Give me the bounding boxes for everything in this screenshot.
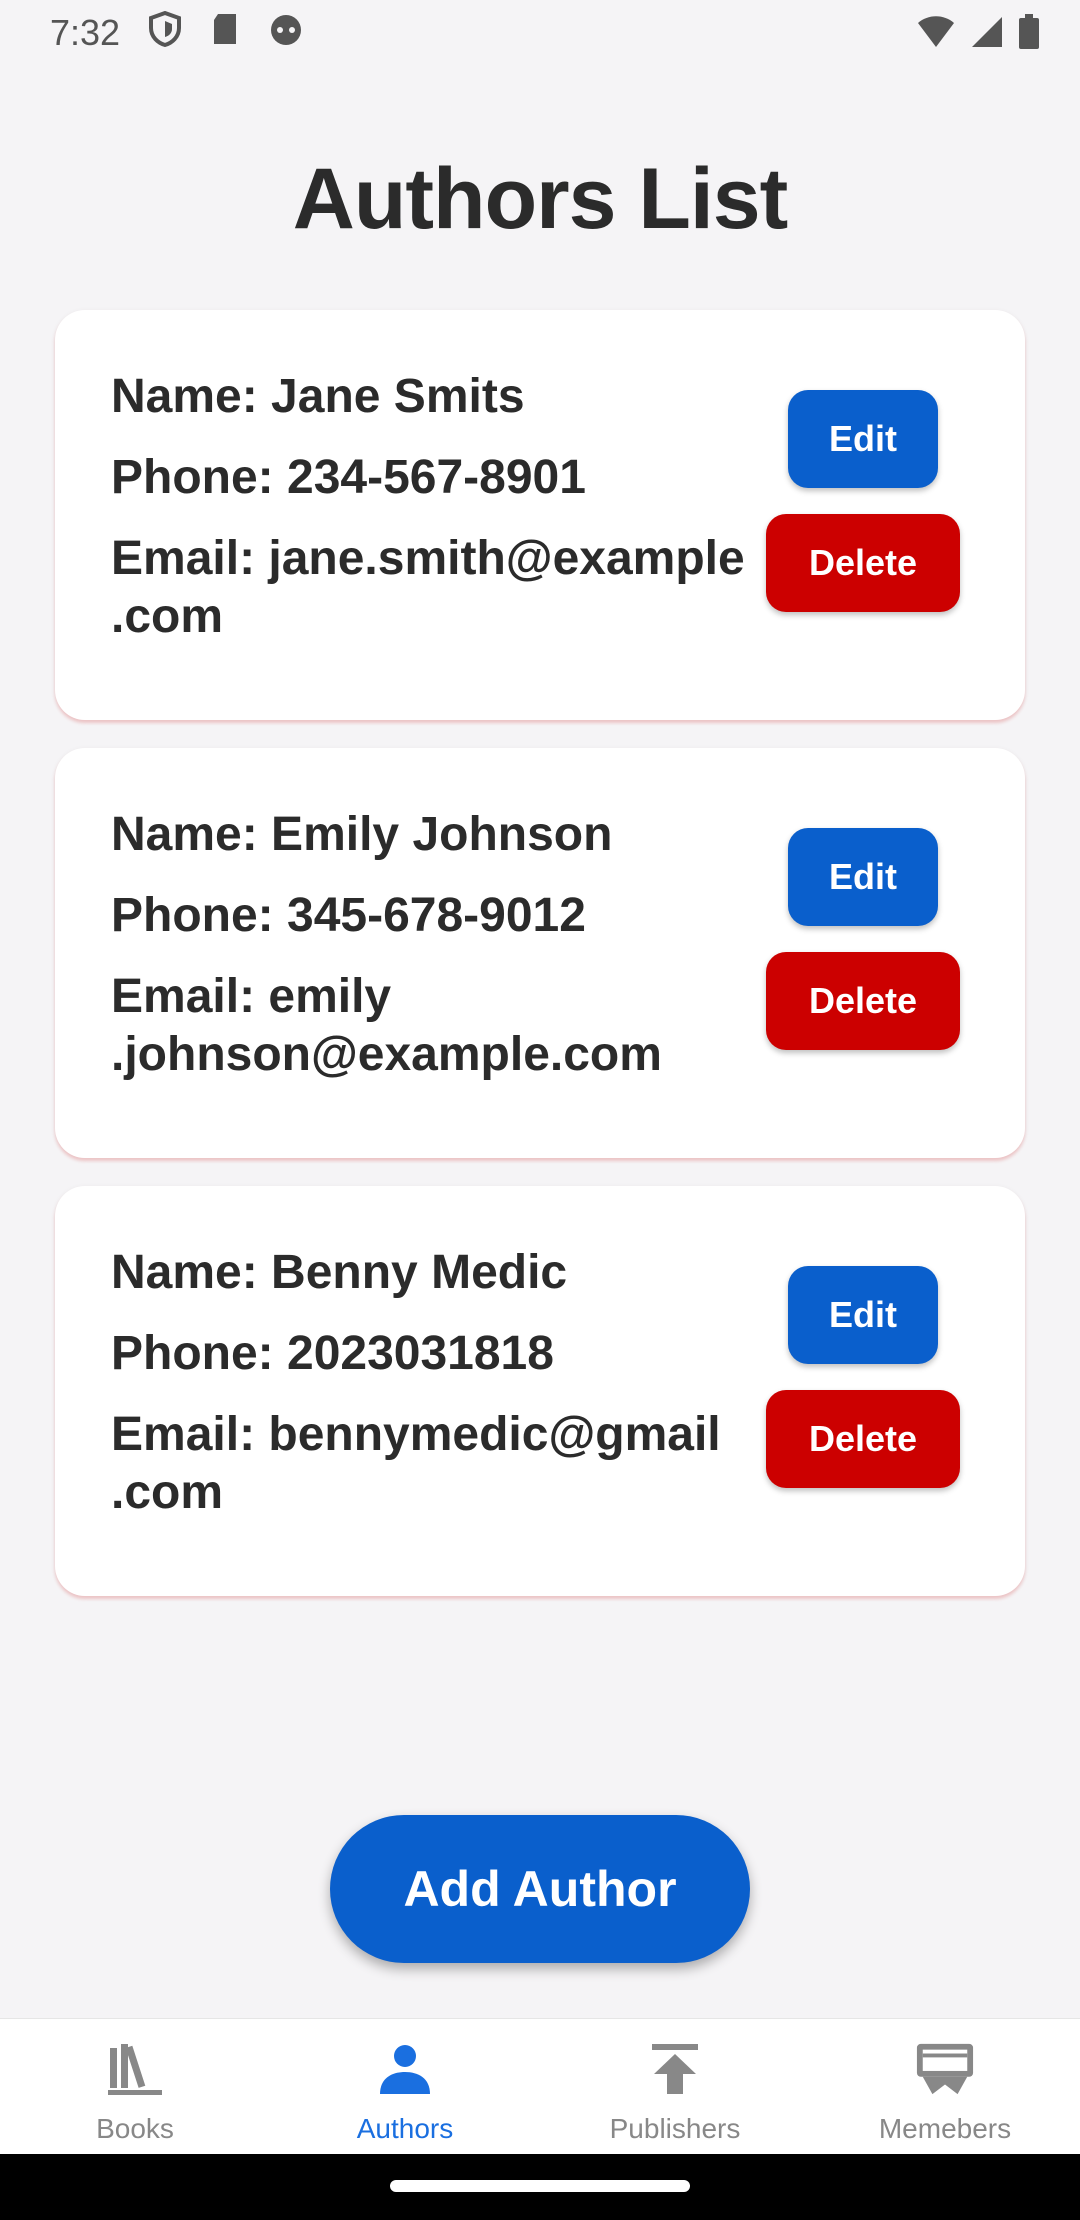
author-email-line-1: Email: emily <box>111 970 392 1023</box>
edit-button[interactable]: Edit <box>788 390 938 488</box>
person-icon <box>375 2039 435 2099</box>
home-indicator[interactable] <box>390 2180 690 2192</box>
author-info: Name: Jane Smits Phone: 234-567-8901 Ema… <box>111 368 751 646</box>
upload-icon <box>645 2039 705 2099</box>
books-icon <box>105 2039 165 2099</box>
author-card: Name: Emily Johnson Phone: 345-678-9012 … <box>55 748 1025 1158</box>
nav-label-books: Books <box>96 2113 174 2144</box>
author-email: Email: jane.smith@example .com <box>111 530 751 646</box>
nav-item-books[interactable]: Books <box>0 2019 270 2154</box>
delete-button[interactable]: Delete <box>766 1390 960 1488</box>
author-email: Email: emily .johnson@example.com <box>111 968 751 1084</box>
nav-item-authors[interactable]: Authors <box>270 2019 540 2154</box>
nav-item-publishers[interactable]: Publishers <box>540 2019 810 2154</box>
author-name: Name: Emily Johnson <box>111 808 613 861</box>
members-icon <box>915 2039 975 2099</box>
bottom-nav: Books Authors Publishers Memebers <box>0 2018 1080 2154</box>
author-card: Name: Jane Smits Phone: 234-567-8901 Ema… <box>55 310 1025 720</box>
status-bar: 7:32 <box>0 0 1080 66</box>
author-info: Name: Emily Johnson Phone: 345-678-9012 … <box>111 806 751 1084</box>
edit-button[interactable]: Edit <box>788 1266 938 1364</box>
status-time: 7:32 <box>50 12 121 53</box>
author-phone: Phone: 2023031818 <box>111 1327 554 1380</box>
nav-label-authors: Authors <box>356 2113 454 2144</box>
nav-label-publishers: Publishers <box>609 2113 741 2144</box>
nav-label-members: Memebers <box>878 2113 1012 2144</box>
author-phone: Phone: 234-567-8901 <box>111 451 586 504</box>
edit-button[interactable]: Edit <box>788 828 938 926</box>
shield-icon <box>148 10 182 56</box>
author-email-line-1: Email: jane.smith@example <box>111 532 745 585</box>
delete-button[interactable]: Delete <box>766 514 960 612</box>
battery-icon <box>1018 14 1040 59</box>
signal-icon <box>970 15 1004 58</box>
sd-card-icon <box>210 12 240 55</box>
android-face-icon <box>268 12 304 55</box>
author-card: Name: Benny Medic Phone: 2023031818 Emai… <box>55 1186 1025 1596</box>
author-email-line-1: Email: bennymedic@gmail <box>111 1408 721 1461</box>
author-email: Email: bennymedic@gmail .com <box>111 1406 751 1522</box>
author-email-line-2: .johnson@example.com <box>111 1028 662 1081</box>
delete-button[interactable]: Delete <box>766 952 960 1050</box>
author-name: Name: Benny Medic <box>111 1246 568 1299</box>
author-name: Name: Jane Smits <box>111 370 525 423</box>
nav-item-members[interactable]: Memebers <box>810 2019 1080 2154</box>
system-nav-bar <box>0 2154 1080 2220</box>
author-phone: Phone: 345-678-9012 <box>111 889 586 942</box>
wifi-icon <box>916 15 956 58</box>
add-author-button[interactable]: Add Author <box>330 1815 750 1963</box>
author-email-line-2: .com <box>111 590 224 643</box>
page-title: Authors List <box>292 151 788 247</box>
author-info: Name: Benny Medic Phone: 2023031818 Emai… <box>111 1244 751 1522</box>
author-email-line-2: .com <box>111 1466 224 1519</box>
